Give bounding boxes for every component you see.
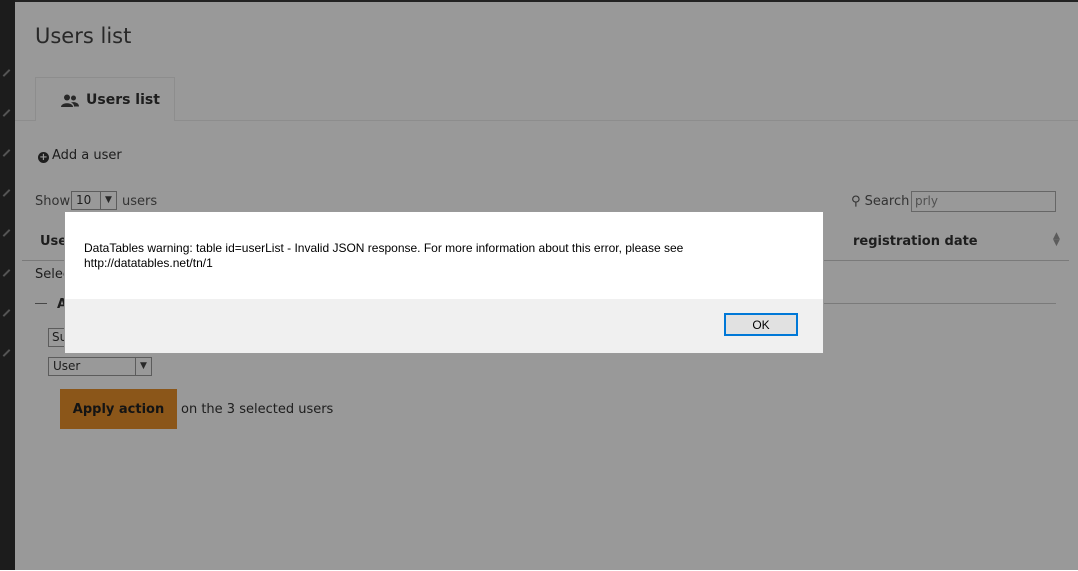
rail-tick-icon	[2, 269, 11, 277]
rail-tick-icon	[2, 189, 11, 197]
dialog-body: DataTables warning: table id=userList - …	[65, 212, 823, 299]
rail-tick-icon	[2, 109, 11, 117]
ok-button[interactable]: OK	[724, 313, 798, 336]
rail-tick-icon	[2, 149, 11, 157]
rail-tick-icon	[2, 309, 11, 317]
alert-dialog: DataTables warning: table id=userList - …	[64, 211, 824, 354]
rail-tick-icon	[2, 349, 11, 357]
dialog-message: DataTables warning: table id=userList - …	[84, 241, 684, 270]
rail-tick-icon	[2, 69, 11, 77]
left-rail	[0, 0, 15, 570]
rail-tick-icon	[2, 229, 11, 237]
